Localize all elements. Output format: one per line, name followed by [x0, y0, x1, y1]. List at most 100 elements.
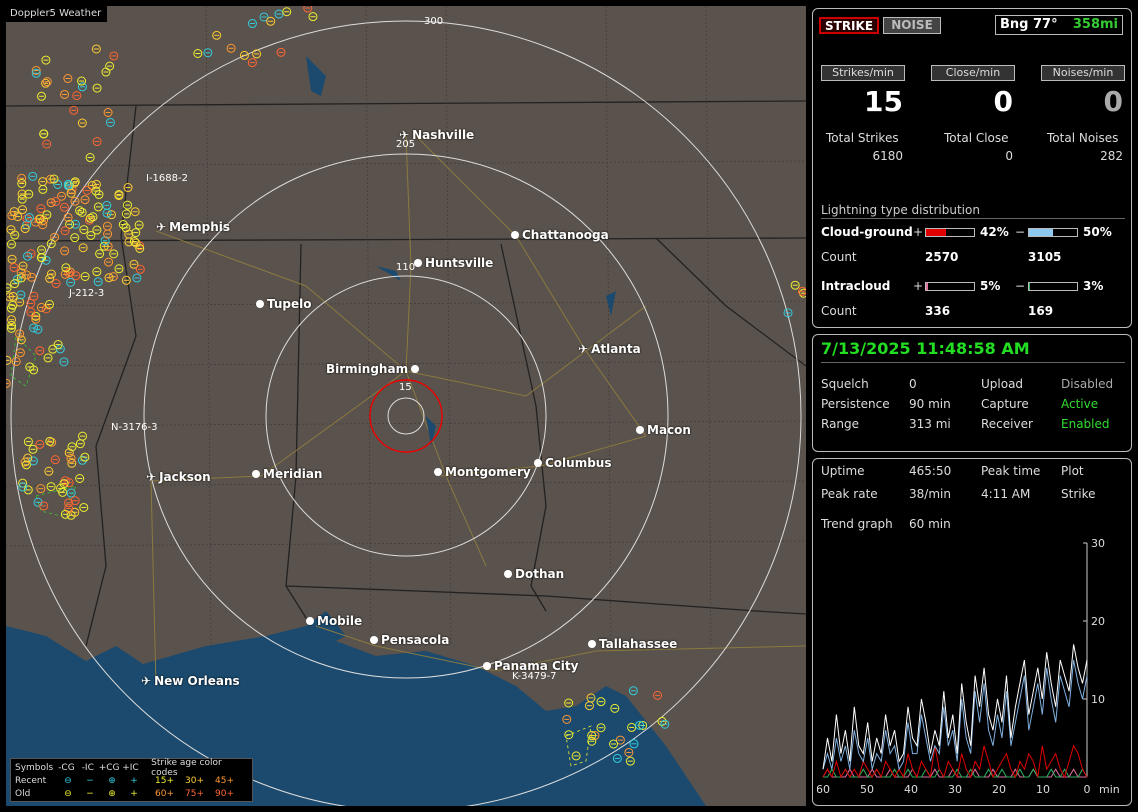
status-panel: 7/13/2025 11:48:58 AM Squelch 0 Upload D… — [812, 334, 1132, 452]
receiver-label: Receiver — [981, 417, 1033, 431]
legend-old-row: Old ⊖ − ⊕ + 60+ 75+ 90+ — [15, 788, 234, 799]
persistence-value: 90 min — [909, 397, 951, 411]
total-strikes-value: 6180 — [872, 149, 903, 163]
storm-label[interactable]: K-3479-7 — [512, 671, 557, 682]
airport-icon: ✈ — [141, 674, 152, 688]
city-birmingham: Birmingham — [326, 362, 420, 376]
ring-label-15: 15 — [399, 382, 412, 393]
lakes — [306, 56, 616, 446]
ic-neg-bar-fill — [1029, 283, 1031, 290]
city-dot-icon — [504, 570, 512, 578]
receiver-value: Enabled — [1061, 417, 1110, 431]
city-tupelo: Tupelo — [256, 297, 312, 311]
lightning-map[interactable]: Doppler5 Weather 300 205 110 15 ✈ Nashvil… — [6, 6, 806, 806]
peak-time-value: 4:11 AM — [981, 487, 1031, 501]
city-dothan: Dothan — [504, 567, 564, 581]
city-dot-icon — [534, 459, 542, 467]
strike-mode-button[interactable]: STRIKE — [819, 17, 879, 34]
neg-cg-icon: ⊖ — [64, 788, 72, 799]
total-noises-value: 282 — [1100, 149, 1123, 163]
count-label: Count — [821, 250, 857, 264]
strikes-per-min-header[interactable]: Strikes/min — [821, 65, 905, 81]
pos-ic-icon: + — [130, 788, 138, 799]
trend-graph-value[interactable]: 60 min — [909, 517, 951, 531]
city-dot-icon — [370, 636, 378, 644]
trend-chart: 30 20 10 60 50 40 30 20 10 0 min — [817, 539, 1120, 796]
noise-mode-button[interactable]: NOISE — [883, 17, 941, 34]
minus-sign: − — [1015, 279, 1026, 293]
city-nashville: ✈ Nashville — [399, 128, 475, 142]
x-tick-label: 50 — [860, 783, 874, 796]
city-jackson: ✈ Jackson — [146, 470, 211, 484]
squelch-value: 0 — [909, 377, 917, 391]
city-dot-icon — [511, 231, 519, 239]
city-dot-icon — [414, 259, 422, 267]
city-mobile: Mobile — [306, 614, 362, 628]
pos-cg-icon: ⊕ — [108, 788, 116, 799]
peak-rate-value: 38/min — [909, 487, 951, 501]
storm-label[interactable]: N-3176-3 — [111, 422, 158, 433]
city-dot-icon — [588, 640, 596, 648]
y-tick-label: 20 — [1091, 615, 1105, 628]
cg-neg-count: 3105 — [1028, 250, 1062, 264]
noises-per-min-value: 0 — [1103, 85, 1123, 118]
neg-ic-icon: − — [86, 775, 94, 786]
city-chattanooga: Chattanooga — [511, 228, 609, 242]
airport-icon: ✈ — [146, 470, 157, 484]
cg-neg-bar — [1028, 228, 1078, 237]
city-montgomery: Montgomery — [434, 465, 531, 479]
city-dot-icon — [411, 365, 420, 373]
cg-pos-count: 2570 — [925, 250, 959, 264]
city-dot-icon — [636, 426, 644, 434]
datetime-display: 7/13/2025 11:48:58 AM — [821, 339, 1125, 363]
legend-header-row: Symbols -CG -IC +CG +IC Strike age color… — [15, 757, 222, 778]
symbol-legend: Symbols -CG -IC +CG +IC Strike age color… — [10, 758, 253, 802]
neg-ic-icon: − — [86, 788, 94, 799]
close-per-min-header[interactable]: Close/min — [931, 65, 1015, 81]
x-tick-label: 40 — [904, 783, 918, 796]
airport-icon: ✈ — [399, 128, 410, 142]
storm-label[interactable]: I-1688-2 — [146, 173, 188, 184]
ring-label-300: 300 — [424, 16, 444, 27]
upload-label: Upload — [981, 377, 1024, 391]
pos-cg-icon: ⊕ — [108, 775, 116, 786]
total-noises-label: Total Noises — [1047, 131, 1119, 145]
ic-pos-pct: 5% — [980, 279, 1001, 293]
noises-per-min-header[interactable]: Noises/min — [1041, 65, 1125, 81]
cg-label: Cloud-ground — [821, 225, 913, 239]
y-tick-label: 10 — [1091, 693, 1105, 706]
plot-value[interactable]: Strike — [1061, 487, 1096, 501]
airport-icon: ✈ — [156, 220, 167, 234]
trend-series-line — [822, 644, 1088, 770]
count-label: Count — [821, 304, 857, 318]
cg-pos-pct: 42% — [980, 225, 1009, 239]
city-dot-icon — [434, 468, 442, 476]
uptime-value: 465:50 — [909, 464, 952, 478]
x-tick-label: 20 — [992, 783, 1006, 796]
storm-label[interactable]: J-212-3 — [69, 288, 104, 299]
map-title: Doppler5 Weather — [6, 6, 108, 22]
ic-neg-bar — [1028, 282, 1078, 291]
trend-panel: Uptime 465:50 Peak time Plot Peak rate 3… — [812, 458, 1132, 806]
range-label: Range — [821, 417, 860, 431]
squelch-label: Squelch — [821, 377, 869, 391]
range-value: 313 mi — [909, 417, 951, 431]
capture-label: Capture — [981, 397, 1029, 411]
ic-neg-pct: 3% — [1083, 279, 1104, 293]
x-unit-label: min — [1099, 783, 1120, 796]
ic-pos-count: 336 — [925, 304, 951, 318]
city-huntsville: Huntsville — [414, 256, 493, 270]
x-tick-label: 30 — [948, 783, 962, 796]
city-new-orleans: ✈ New Orleans — [141, 674, 240, 688]
persistence-label: Persistence — [821, 397, 890, 411]
upload-value: Disabled — [1061, 377, 1114, 391]
x-tick-label: 0 — [1084, 783, 1091, 796]
capture-value: Active — [1061, 397, 1099, 411]
ic-label: Intracloud — [821, 279, 891, 293]
cg-neg-pct: 50% — [1083, 225, 1112, 239]
cg-neg-bar-fill — [1029, 229, 1053, 236]
trend-series-line — [822, 744, 1088, 779]
airport-icon: ✈ — [578, 342, 589, 356]
city-macon: Macon — [636, 423, 691, 437]
ic-pos-bar-fill — [926, 283, 929, 290]
